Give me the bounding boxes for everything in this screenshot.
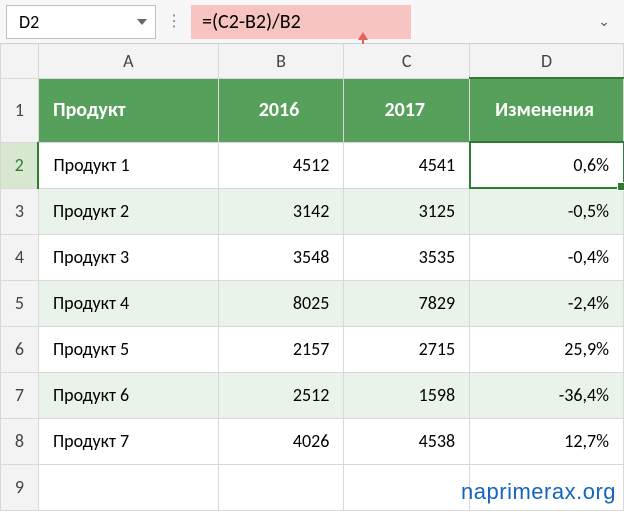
cell[interactable]: Продукт 3 [38,234,218,280]
cell[interactable]: Продукт 6 [38,372,218,418]
cell[interactable]: 3548 [218,234,344,280]
formula-text: =(C2-B2)/B2 [202,10,301,34]
row-header[interactable]: 5 [1,280,39,326]
header-2016[interactable]: 2016 [218,78,344,142]
cell[interactable]: 3142 [218,188,344,234]
cell[interactable]: 4512 [218,142,344,188]
col-header-d[interactable]: D [470,44,624,78]
chevron-down-icon[interactable] [137,19,147,25]
select-all-corner[interactable] [1,44,39,78]
name-box[interactable]: D2 [6,5,156,39]
cell[interactable]: 12,7% [470,418,624,464]
cell[interactable]: 4026 [218,418,344,464]
table-row: 7 Продукт 6 2512 1598 -36,4% [1,372,624,418]
active-cell[interactable]: 0,6% [470,142,624,188]
cell[interactable]: Продукт 2 [38,188,218,234]
grid-table: A B C D 1 Продукт 2016 2017 Изменения 2 … [0,44,624,511]
cell[interactable]: 3535 [344,234,470,280]
cell[interactable]: -0,5% [470,188,624,234]
row-header[interactable]: 7 [1,372,39,418]
cell[interactable]: Продукт 7 [38,418,218,464]
cell[interactable]: 25,9% [470,326,624,372]
cell[interactable]: Продукт 5 [38,326,218,372]
cell[interactable] [218,464,344,510]
col-header-b[interactable]: B [218,44,344,78]
cell[interactable]: 2715 [344,326,470,372]
cell[interactable]: -2,4% [470,280,624,326]
cell[interactable]: 2512 [218,372,344,418]
row-header[interactable]: 1 [1,78,39,142]
dots-separator-icon: ⋮ [164,19,183,25]
table-row: 1 Продукт 2016 2017 Изменения [1,78,624,142]
header-change[interactable]: Изменения [470,78,624,142]
row-header[interactable]: 2 [1,142,39,188]
cell[interactable]: 4538 [344,418,470,464]
cell[interactable]: 3125 [344,188,470,234]
table-row: 5 Продукт 4 8025 7829 -2,4% [1,280,624,326]
table-row: 4 Продукт 3 3548 3535 -0,4% [1,234,624,280]
cell[interactable]: -0,4% [470,234,624,280]
col-header-c[interactable]: C [344,44,470,78]
header-2017[interactable]: 2017 [344,78,470,142]
row-header[interactable]: 3 [1,188,39,234]
expand-formula-bar-icon[interactable]: ⌄ [590,13,618,30]
spreadsheet-grid: A B C D 1 Продукт 2016 2017 Изменения 2 … [0,44,624,511]
col-header-a[interactable]: A [38,44,218,78]
table-row: 6 Продукт 5 2157 2715 25,9% [1,326,624,372]
column-headers-row: A B C D [1,44,624,78]
name-box-value: D2 [19,11,39,33]
cell[interactable]: 1598 [344,372,470,418]
row-header[interactable]: 9 [1,464,39,510]
cell[interactable] [38,464,218,510]
cell[interactable]: -36,4% [470,372,624,418]
cell[interactable]: 7829 [344,280,470,326]
cell[interactable]: Продукт 4 [38,280,218,326]
table-row: 2 Продукт 1 4512 4541 0,6% [1,142,624,188]
formula-input[interactable]: =(C2-B2)/B2 [191,5,411,39]
table-row: 3 Продукт 2 3142 3125 -0,5% [1,188,624,234]
header-product[interactable]: Продукт [38,78,218,142]
cell[interactable]: 8025 [218,280,344,326]
table-row: 8 Продукт 7 4026 4538 12,7% [1,418,624,464]
watermark: naprimerax.org [461,479,616,505]
row-header[interactable]: 8 [1,418,39,464]
cell[interactable] [344,464,470,510]
cell[interactable]: 2157 [218,326,344,372]
cell[interactable]: 4541 [344,142,470,188]
row-header[interactable]: 6 [1,326,39,372]
formula-bar: D2 ⋮ =(C2-B2)/B2 ⌄ [0,0,624,44]
cell[interactable]: Продукт 1 [38,142,218,188]
row-header[interactable]: 4 [1,234,39,280]
